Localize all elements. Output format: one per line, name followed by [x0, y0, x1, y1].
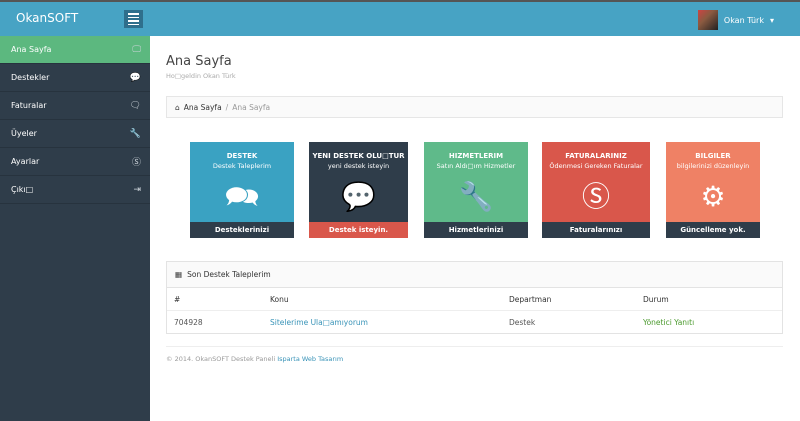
sidebar-item-destekler[interactable]: Destekler 💬 [0, 64, 150, 92]
tile-subtitle: Destek Taleplerim [212, 162, 272, 170]
sidebar-item-faturalar[interactable]: Faturalar 🗨 [0, 92, 150, 120]
tile-subtitle: Ödenmesi Gereken Faturalar [549, 162, 643, 170]
breadcrumb-current: Ana Sayfa [232, 102, 271, 112]
home-icon: ⌂ [175, 102, 180, 112]
sidebar-item-label: Ayarlar [11, 157, 40, 166]
logout-icon: ⇥ [133, 184, 141, 195]
sidebar-item-ayarlar[interactable]: Ayarlar Ⓢ [0, 148, 150, 176]
tile-title: YENI DESTEK OLU□TUR [312, 152, 405, 160]
user-menu[interactable]: Okan Türk ▾ [697, 10, 774, 30]
wrench-icon: 🔧 [129, 128, 141, 139]
ticket-subject-link[interactable]: Sitelerime Ula□amıyorum [270, 318, 368, 327]
page-title: Ana Sayfa [166, 54, 232, 69]
sidebar-item-label: Ana Sayfa [11, 45, 52, 54]
table-icon: ▦ [175, 270, 183, 279]
sidebar: Ana Sayfa 🖵 Destekler 💬 Faturalar 🗨 Üyeler 🔧… [0, 36, 150, 421]
tile-footer-link[interactable]: Desteklerinizi Görüntüleyin.. [190, 222, 294, 250]
breadcrumb-home[interactable]: Ana Sayfa [184, 103, 222, 112]
recent-tickets-panel: ▦ Son Destek Taleplerim # Konu Departman … [166, 261, 783, 334]
tile-bilgiler[interactable]: BILGILER bilgilerinizi düzenleyin ⚙ Günc… [666, 142, 760, 238]
top-navbar: OkanSOFT Okan Türk ▾ [0, 0, 800, 36]
comments-icon: 💬 [129, 72, 141, 83]
footer-link[interactable]: Isparta Web Tasarım [277, 355, 343, 363]
monitor-icon: 🖵 [132, 44, 141, 55]
chat-bubbles-icon: 🗪 [224, 180, 260, 213]
breadcrumb-separator: / [225, 102, 229, 112]
tile-subtitle: bilgilerinizi düzenleyin [676, 162, 750, 170]
tile-title: HIZMETLERIM [448, 152, 504, 160]
page-subtitle: Ho□geldin Okan Türk [166, 72, 236, 80]
table-row: 704928 Sitelerime Ula□amıyorum Destek Yö… [167, 311, 782, 334]
tile-title: DESTEK [226, 152, 258, 160]
tile-hizmetlerim[interactable]: HIZMETLERIM Satın Aldı□ım Hizmetler 🔧 Hi… [424, 142, 528, 250]
avatar [697, 10, 718, 30]
sidebar-item-ana-sayfa[interactable]: Ana Sayfa 🖵 [0, 36, 150, 64]
wrench-icon: 🔧 [458, 180, 494, 213]
gear-icon: ⚙ [700, 180, 726, 213]
tile-subtitle: yeni destek isteyin [327, 162, 390, 170]
ticket-status: Yönetici Yanıtı [643, 318, 695, 327]
caret-down-icon: ▾ [769, 15, 774, 25]
column-header: # [174, 294, 181, 304]
sidebar-item-label: Destekler [11, 73, 50, 82]
tile-footer-link[interactable]: Destek isteyin. [309, 222, 408, 238]
menu-toggle-button[interactable] [124, 10, 143, 28]
tile-footer-link[interactable]: Hizmetlerinizi Görüntüleyin. [424, 222, 528, 250]
dollar-icon: Ⓢ [131, 158, 141, 168]
breadcrumb: ⌂ Ana Sayfa / Ana Sayfa [166, 96, 783, 118]
panel-title: Son Destek Taleplerim [187, 270, 271, 279]
column-header: Konu [270, 294, 289, 304]
dollar-icon: Ⓢ [581, 180, 610, 213]
tile-footer-link[interactable]: Güncelleme yok. [666, 222, 760, 238]
sidebar-item-cikis[interactable]: Çıkı□ ⇥ [0, 176, 150, 204]
column-header: Departman [509, 294, 552, 304]
chat-icon: 🗨 [129, 100, 141, 111]
page-footer: © 2014. OkanSOFT Destek Paneli Isparta W… [166, 346, 783, 363]
column-header: Durum [643, 294, 669, 304]
tile-destek[interactable]: DESTEK Destek Taleplerim 🗪 Destekleriniz… [190, 142, 294, 250]
tile-yeni-destek[interactable]: YENI DESTEK OLU□TUR yeni destek isteyin … [309, 142, 408, 238]
brand-logo[interactable]: OkanSOFT [16, 11, 78, 25]
ticket-id: 704928 [174, 318, 203, 327]
footer-text: © 2014. OkanSOFT Destek Paneli [166, 355, 276, 363]
tile-subtitle: Satın Aldı□ım Hizmetler [436, 162, 516, 170]
tile-title: FATURALARINIZ [565, 152, 627, 160]
sidebar-item-uyeler[interactable]: Üyeler 🔧 [0, 120, 150, 148]
table-header-row: # Konu Departman Durum [167, 288, 782, 311]
tile-title: BILGILER [695, 152, 731, 160]
tile-faturalariniz[interactable]: FATURALARINIZ Ödenmesi Gereken Faturalar… [542, 142, 650, 250]
sidebar-item-label: Çıkı□ [11, 185, 34, 194]
sidebar-item-label: Üyeler [11, 129, 37, 138]
sidebar-item-label: Faturalar [11, 101, 47, 110]
user-name: Okan Türk [723, 15, 764, 25]
comments-icon: 💬 [341, 180, 376, 213]
main-content: Ana Sayfa Ho□geldin Okan Türk ⌂ Ana Sayf… [150, 36, 800, 421]
ticket-department: Destek [509, 318, 536, 327]
tile-footer-link[interactable]: Faturalarınızı Görüntüleyin. [542, 222, 650, 250]
